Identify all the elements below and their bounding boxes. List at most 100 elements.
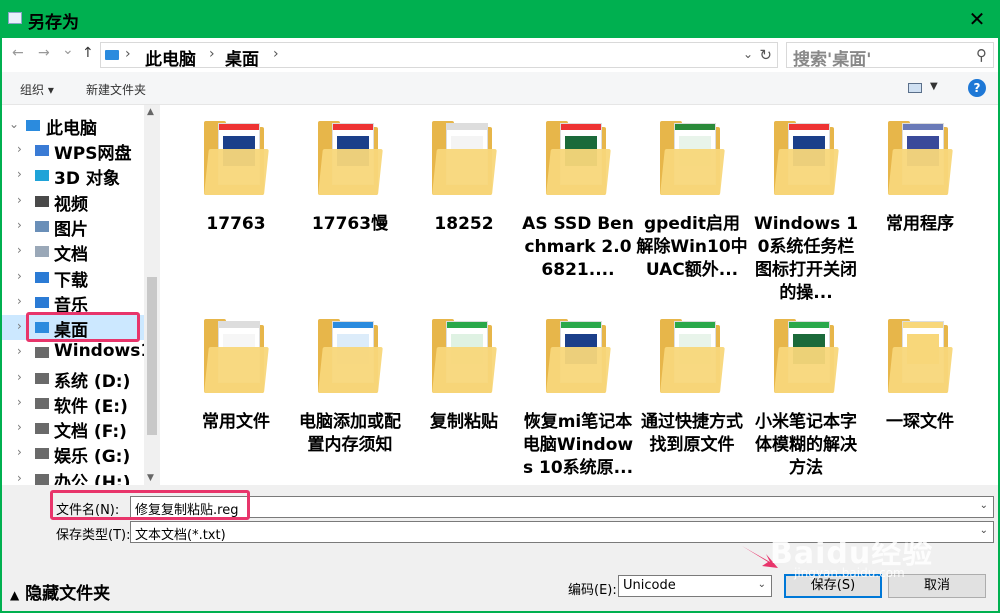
organize-button[interactable]: 组织 ▾ bbox=[20, 81, 54, 98]
sidebar-item[interactable]: › 系统 (D:) bbox=[2, 366, 144, 392]
chevron-down-icon[interactable]: ▼ bbox=[930, 81, 938, 92]
location-icon bbox=[35, 398, 49, 409]
folder-name: 一琛文件 bbox=[886, 412, 954, 432]
location-icon bbox=[35, 373, 49, 384]
folder-icon bbox=[654, 121, 730, 197]
folder-item[interactable]: 常用程序 bbox=[864, 121, 976, 291]
folder-item[interactable]: gpedit启用解除Win10中UAC额外... bbox=[636, 121, 748, 291]
sidebar-item[interactable]: › 桌面 bbox=[2, 315, 144, 341]
back-arrow-icon[interactable]: ← bbox=[12, 45, 24, 61]
recent-locations-icon[interactable]: ⌄ bbox=[62, 42, 74, 58]
scroll-thumb[interactable] bbox=[147, 277, 157, 435]
folder-name: AS SSD Benchmark 2.06821.... bbox=[522, 214, 634, 280]
sidebar-item-label: WPS网盘 bbox=[54, 144, 132, 164]
location-icon bbox=[35, 246, 49, 257]
chevron-right-icon[interactable]: › bbox=[125, 46, 131, 62]
breadcrumb-this-pc[interactable]: 此电脑 bbox=[145, 45, 196, 70]
new-folder-button[interactable]: 新建文件夹 bbox=[86, 81, 146, 98]
sidebar-item[interactable]: › 文档 (F:) bbox=[2, 416, 144, 442]
sidebar-item-label: 桌面 bbox=[54, 321, 88, 341]
chevron-right-icon[interactable]: › bbox=[17, 269, 22, 283]
close-icon[interactable]: ✕ bbox=[964, 6, 990, 32]
up-arrow-icon[interactable]: ↑ bbox=[82, 45, 94, 61]
watermark-url: jingyan.baidu.com bbox=[794, 566, 905, 580]
sidebar-item[interactable]: › 下载 bbox=[2, 265, 144, 291]
chevron-right-icon[interactable]: › bbox=[17, 445, 22, 459]
sidebar-item[interactable]: ⌄ 此电脑 bbox=[2, 113, 144, 139]
sidebar-item[interactable]: › Windows1 bbox=[2, 340, 152, 365]
chevron-right-icon[interactable]: › bbox=[17, 344, 22, 358]
sidebar-item[interactable]: › 图片 bbox=[2, 214, 144, 240]
folder-name: 17763 bbox=[206, 214, 266, 234]
folder-item[interactable]: AS SSD Benchmark 2.06821.... bbox=[522, 121, 634, 291]
search-icon[interactable]: ⚲ bbox=[976, 46, 987, 64]
encoding-label: 编码(E): bbox=[568, 583, 617, 598]
folder-item[interactable]: 一琛文件 bbox=[864, 319, 976, 485]
sidebar-item[interactable]: › 视频 bbox=[2, 189, 144, 215]
chevron-right-icon[interactable]: › bbox=[17, 193, 22, 207]
scroll-down-icon[interactable]: ▼ bbox=[147, 473, 154, 483]
folder-icon bbox=[540, 121, 616, 197]
chevron-down-icon[interactable]: ⌄ bbox=[9, 117, 19, 131]
sidebar-item-label: 软件 (E:) bbox=[54, 397, 128, 417]
folder-item[interactable]: 17763慢 bbox=[294, 121, 406, 291]
filename-input[interactable]: 修复复制粘贴.reg ⌄ bbox=[130, 496, 994, 518]
chevron-right-icon[interactable]: › bbox=[273, 46, 279, 62]
sidebar-item-label: 文档 bbox=[54, 245, 88, 265]
folder-item[interactable]: 电脑添加或配置内存须知 bbox=[294, 319, 406, 485]
folder-item[interactable]: 小米笔记本字体模糊的解决方法 bbox=[750, 319, 862, 485]
hide-folders-toggle[interactable]: ▲ 隐藏文件夹 bbox=[10, 579, 110, 604]
folder-item[interactable]: 复制粘贴 bbox=[408, 319, 520, 485]
chevron-right-icon[interactable]: › bbox=[17, 420, 22, 434]
sidebar-item[interactable]: › 娱乐 (G:) bbox=[2, 441, 144, 467]
chevron-right-icon[interactable]: › bbox=[17, 294, 22, 308]
location-icon bbox=[35, 474, 49, 485]
chevron-right-icon[interactable]: › bbox=[17, 243, 22, 257]
filename-label: 文件名(N): bbox=[56, 503, 120, 518]
view-options-icon[interactable] bbox=[908, 83, 922, 93]
folder-item[interactable]: Windows 10系统任务栏图标打开关闭的操... bbox=[750, 121, 862, 303]
location-icon bbox=[35, 170, 49, 181]
help-icon[interactable]: ? bbox=[968, 79, 986, 97]
encoding-select[interactable]: Unicode ⌄ bbox=[618, 575, 772, 597]
chevron-right-icon[interactable]: › bbox=[17, 319, 22, 333]
folder-item[interactable]: 17763 bbox=[180, 121, 292, 291]
sidebar-item[interactable]: › 软件 (E:) bbox=[2, 391, 144, 417]
sidebar-item-label: 下载 bbox=[54, 271, 88, 291]
scroll-up-icon[interactable]: ▲ bbox=[147, 107, 154, 117]
chevron-right-icon[interactable]: › bbox=[17, 370, 22, 384]
forward-arrow-icon[interactable]: → bbox=[38, 45, 50, 61]
folder-icon bbox=[312, 319, 388, 395]
title-bar: 另存为 ✕ bbox=[0, 0, 1000, 38]
folder-item[interactable]: 18252 bbox=[408, 121, 520, 291]
folder-item[interactable]: 通过快捷方式找到原文件 bbox=[636, 319, 748, 485]
search-box[interactable]: 搜索'桌面' ⚲ bbox=[786, 42, 994, 70]
chevron-down-icon[interactable]: ⌄ bbox=[980, 525, 988, 536]
chevron-right-icon[interactable]: › bbox=[17, 142, 22, 156]
chevron-down-icon[interactable]: ⌄ bbox=[758, 579, 766, 590]
location-icon bbox=[35, 272, 49, 283]
chevron-right-icon[interactable]: › bbox=[209, 46, 215, 62]
breadcrumb-desktop[interactable]: 桌面 bbox=[225, 45, 259, 70]
sidebar-item[interactable]: › 3D 对象 bbox=[2, 163, 144, 189]
folder-icon bbox=[198, 319, 274, 395]
location-icon bbox=[35, 448, 49, 459]
address-bar[interactable]: › 此电脑 › 桌面 › ⌄ ↻ bbox=[100, 42, 778, 70]
chevron-down-icon[interactable]: ⌄ bbox=[743, 47, 753, 61]
refresh-icon[interactable]: ↻ bbox=[759, 46, 772, 64]
folder-item[interactable]: 恢复mi笔记本电脑Windows 10系统原... bbox=[522, 319, 634, 485]
sidebar-item-label: 图片 bbox=[54, 220, 88, 240]
sidebar-item[interactable]: › WPS网盘 bbox=[2, 138, 144, 164]
chevron-right-icon[interactable]: › bbox=[17, 218, 22, 232]
sidebar-item[interactable]: › 文档 bbox=[2, 239, 144, 265]
sidebar-item-label: 系统 (D:) bbox=[54, 372, 131, 392]
chevron-right-icon[interactable]: › bbox=[17, 471, 22, 485]
chevron-up-icon: ▲ bbox=[10, 588, 20, 602]
chevron-right-icon[interactable]: › bbox=[17, 395, 22, 409]
chevron-down-icon[interactable]: ⌄ bbox=[980, 500, 988, 511]
folder-item[interactable]: 常用文件 bbox=[180, 319, 292, 485]
chevron-right-icon[interactable]: › bbox=[17, 167, 22, 181]
sidebar-item[interactable]: › 办公 (H:) bbox=[2, 467, 144, 485]
sidebar-scrollbar[interactable]: ▲ ▼ bbox=[144, 105, 160, 485]
sidebar-item[interactable]: › 音乐 bbox=[2, 290, 144, 316]
